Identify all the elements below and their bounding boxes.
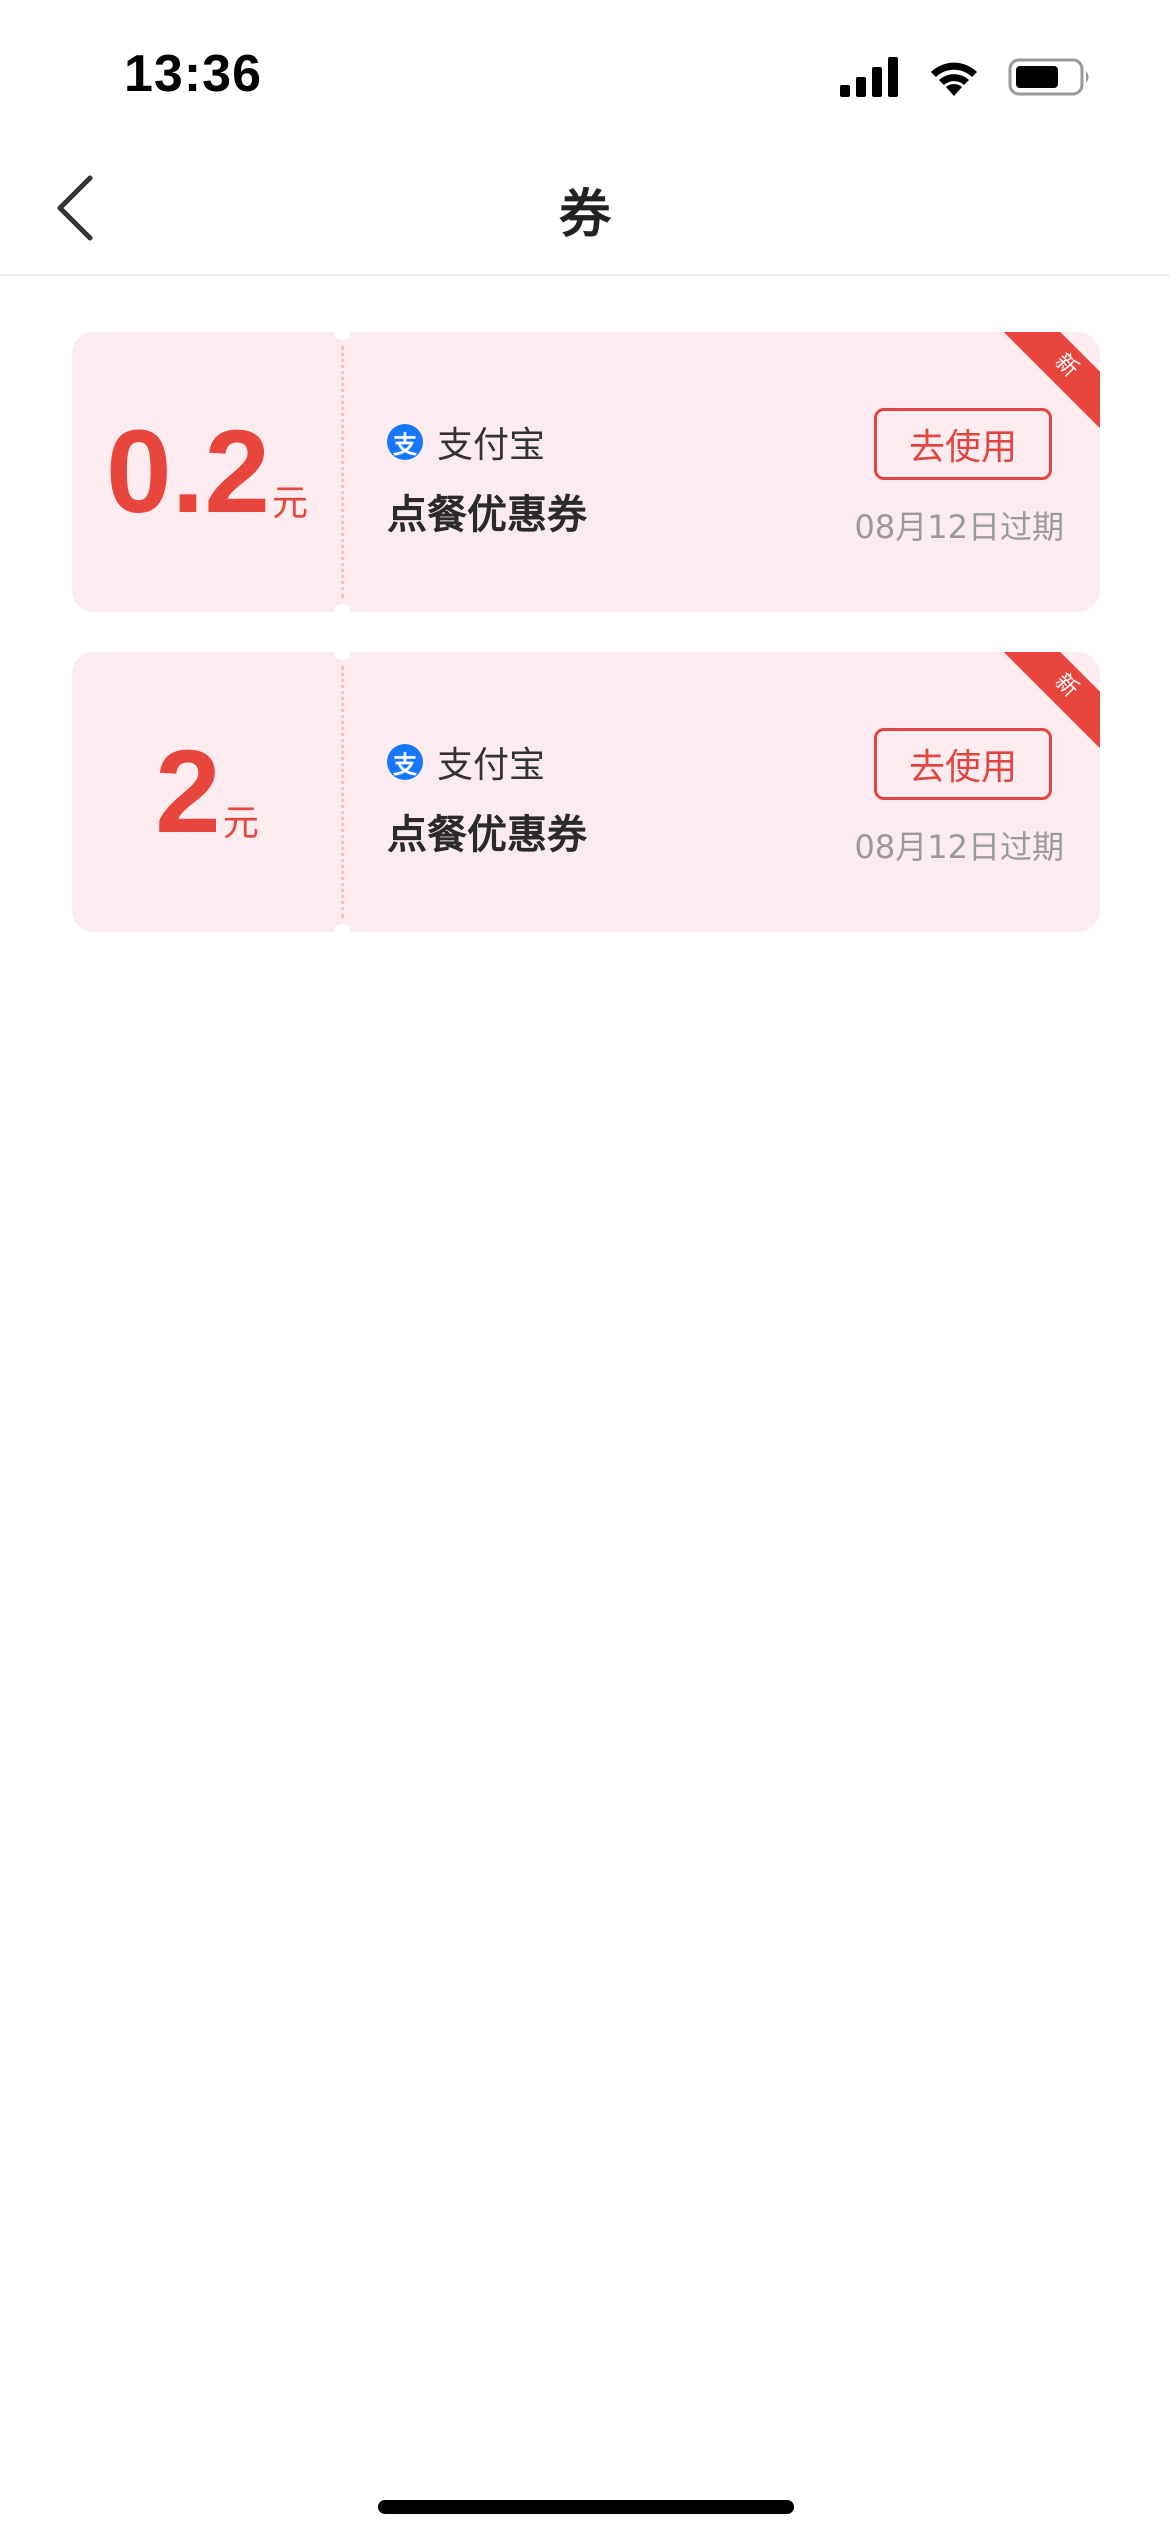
- amount-value: 2: [155, 726, 221, 858]
- status-icons: [840, 52, 1092, 102]
- expire-date: 08月12日过期: [854, 508, 1064, 546]
- amount-value: 0.2: [105, 406, 271, 538]
- coupon-info: 支 支付宝 点餐优惠券: [387, 736, 587, 860]
- expire-date: 08月12日过期: [854, 828, 1064, 866]
- alipay-icon: 支: [387, 744, 423, 780]
- nav-bar: 券: [0, 140, 1170, 276]
- alipay-icon: 支: [387, 424, 423, 460]
- coupon-amount: 2 元: [72, 652, 342, 932]
- coupon-name: 点餐优惠券: [387, 492, 587, 538]
- use-coupon-button[interactable]: 去使用: [874, 408, 1052, 480]
- coupon-brand: 支 支付宝: [387, 736, 587, 788]
- coupon-brand: 支 支付宝: [387, 416, 587, 468]
- wifi-icon: [931, 62, 977, 96]
- coupon-page: 13:36 券 0.2 元 支 支付宝 点餐优惠券 去使用 08月12日过期 新…: [0, 0, 1170, 2532]
- battery-icon: [1008, 58, 1089, 96]
- amount-unit: 元: [222, 803, 259, 844]
- status-time: 13:36: [124, 45, 262, 103]
- cellular-signal-icon: [840, 57, 898, 97]
- brand-name: 支付宝: [437, 745, 546, 786]
- home-indicator[interactable]: [378, 2500, 794, 2514]
- coupon-amount: 0.2 元: [72, 332, 342, 612]
- status-bar: 13:36: [0, 0, 1170, 140]
- coupon-card: 2 元 支 支付宝 点餐优惠券 去使用 08月12日过期 新: [72, 652, 1100, 932]
- coupon-list: 0.2 元 支 支付宝 点餐优惠券 去使用 08月12日过期 新 2 元 支 支…: [72, 332, 1100, 972]
- coupon-name: 点餐优惠券: [387, 812, 587, 858]
- use-coupon-button[interactable]: 去使用: [874, 728, 1052, 800]
- amount-unit: 元: [272, 483, 309, 524]
- page-title: 券: [558, 185, 611, 245]
- coupon-info: 支 支付宝 点餐优惠券: [387, 416, 587, 540]
- brand-name: 支付宝: [437, 425, 546, 466]
- coupon-card: 0.2 元 支 支付宝 点餐优惠券 去使用 08月12日过期 新: [72, 332, 1100, 612]
